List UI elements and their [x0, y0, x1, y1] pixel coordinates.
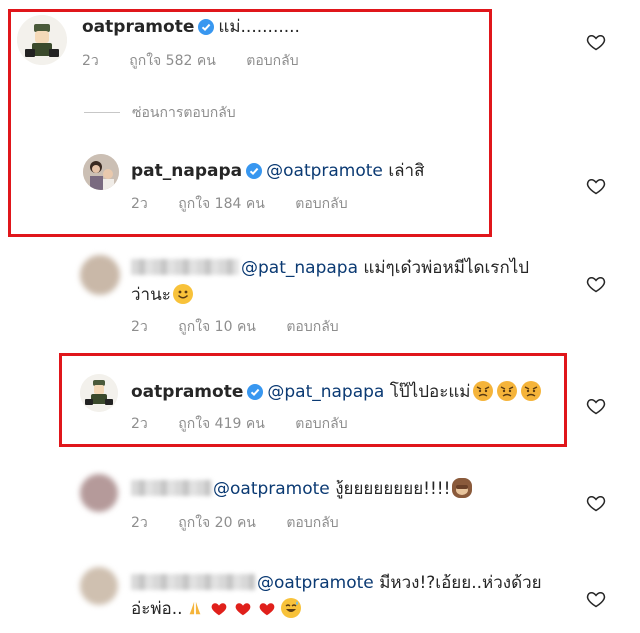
reply-button[interactable]: ตอบกลับ — [286, 319, 338, 335]
folded-hands-emoji-icon — [189, 601, 200, 615]
comment-time: 2ว — [131, 515, 148, 531]
angry-face-emoji-icon — [496, 381, 517, 401]
avatar-illustration — [80, 374, 118, 412]
comment-meta: 2ว ถูกใจ 419 คน ตอบกลับ — [131, 413, 374, 435]
mention-link[interactable]: @pat_napapa — [241, 258, 358, 278]
like-count[interactable]: ถูกใจ 582 คน — [129, 53, 216, 69]
avatar[interactable] — [80, 374, 118, 412]
see-no-evil-monkey-emoji-icon — [452, 478, 473, 498]
red-heart-emoji-icon — [258, 600, 276, 616]
like-count[interactable]: ถูกใจ 419 คน — [178, 416, 265, 432]
reply-button[interactable]: ตอบกลับ — [295, 416, 347, 432]
verified-badge-icon — [246, 163, 263, 179]
reply-button[interactable]: ตอบกลับ — [246, 53, 298, 69]
avatar[interactable] — [83, 154, 119, 190]
smile-emoji-icon — [172, 284, 193, 304]
angry-face-emoji-icon — [520, 381, 541, 401]
blurred-username[interactable] — [131, 259, 239, 275]
avatar[interactable] — [80, 255, 120, 295]
mention-link[interactable]: @oatpramote — [257, 573, 374, 593]
username[interactable]: pat_napapa — [131, 161, 242, 181]
mention-link[interactable]: @oatpramote — [213, 479, 330, 499]
comment-time: 2ว — [131, 196, 148, 212]
comment-body: มีหวง!?เอ้ยย..ห่วงด้วย — [379, 573, 542, 593]
heart-outline-icon[interactable] — [586, 396, 606, 416]
avatar[interactable] — [80, 567, 118, 605]
comment-time: 2ว — [82, 53, 99, 69]
comment-body: เล่าสิ — [388, 161, 425, 181]
comment-text: @oatpramote มีหวง!?เอ้ยย..ห่วงด้วย — [131, 572, 542, 594]
like-count[interactable]: ถูกใจ 184 คน — [178, 196, 265, 212]
comment-body: โป๊ไปอะแม่ — [389, 382, 471, 402]
hide-replies-button[interactable]: ซ่อนการตอบกลับ — [132, 102, 236, 124]
comment-meta: 2ว ถูกใจ 184 คน ตอบกลับ — [131, 193, 374, 215]
comment-text: pat_napapa @oatpramote เล่าสิ — [131, 160, 424, 182]
blurred-username[interactable] — [131, 574, 255, 590]
comment-body-continued: อ่ะพ่อ.. — [131, 599, 183, 619]
username[interactable]: oatpramote — [82, 17, 194, 37]
comment-meta: 2ว ถูกใจ 10 คน ตอบกลับ — [131, 316, 365, 338]
heart-outline-icon[interactable] — [586, 274, 606, 294]
comment-meta: 2ว ถูกใจ 20 คน ตอบกลับ — [131, 512, 365, 534]
comment-body: แม่........... — [218, 17, 300, 37]
avatar[interactable] — [17, 15, 67, 65]
comment-text: oatpramote @pat_napapa โป๊ไปอะแม่ — [131, 381, 543, 403]
hide-replies-line — [84, 112, 120, 113]
comment-text: @oatpramote งู้ยยยยยยยย!!!! — [131, 478, 474, 500]
avatar-illustration — [17, 15, 67, 65]
verified-badge-icon — [247, 384, 264, 400]
comment-text-line2: ว่านะ — [131, 284, 195, 306]
reply-button[interactable]: ตอบกลับ — [295, 196, 347, 212]
username[interactable]: oatpramote — [131, 382, 243, 402]
comment-time: 2ว — [131, 319, 148, 335]
blurred-username[interactable] — [131, 480, 211, 496]
comment-time: 2ว — [131, 416, 148, 432]
comment-meta: 2ว ถูกใจ 582 คน ตอบกลับ — [82, 50, 325, 72]
like-count[interactable]: ถูกใจ 10 คน — [178, 319, 256, 335]
heart-outline-icon[interactable] — [586, 32, 606, 52]
comment-text: oatpramote แม่........... — [82, 16, 300, 38]
red-heart-emoji-icon — [234, 600, 252, 616]
heart-outline-icon[interactable] — [586, 176, 606, 196]
comment-body: แม่ๆเด๋วพ่อหมีไดเรกไป — [363, 258, 530, 278]
reply-button[interactable]: ตอบกลับ — [286, 515, 338, 531]
heart-outline-icon[interactable] — [586, 493, 606, 513]
mention-link[interactable]: @oatpramote — [266, 161, 383, 181]
angry-face-emoji-icon — [472, 381, 493, 401]
avatar[interactable] — [80, 474, 118, 512]
red-heart-emoji-icon — [210, 600, 228, 616]
like-count[interactable]: ถูกใจ 20 คน — [178, 515, 256, 531]
grinning-sweat-emoji-icon — [280, 598, 301, 618]
heart-outline-icon[interactable] — [586, 589, 606, 609]
comment-body: งู้ยยยยยยยย!!!! — [335, 479, 451, 499]
avatar-photo — [83, 154, 119, 190]
verified-badge-icon — [198, 19, 215, 35]
comment-text-line2: อ่ะพ่อ.. — [131, 598, 303, 620]
comment-body-continued: ว่านะ — [131, 285, 171, 305]
comment-text: @pat_napapa แม่ๆเด๋วพ่อหมีไดเรกไป — [131, 257, 529, 279]
mention-link[interactable]: @pat_napapa — [267, 382, 384, 402]
